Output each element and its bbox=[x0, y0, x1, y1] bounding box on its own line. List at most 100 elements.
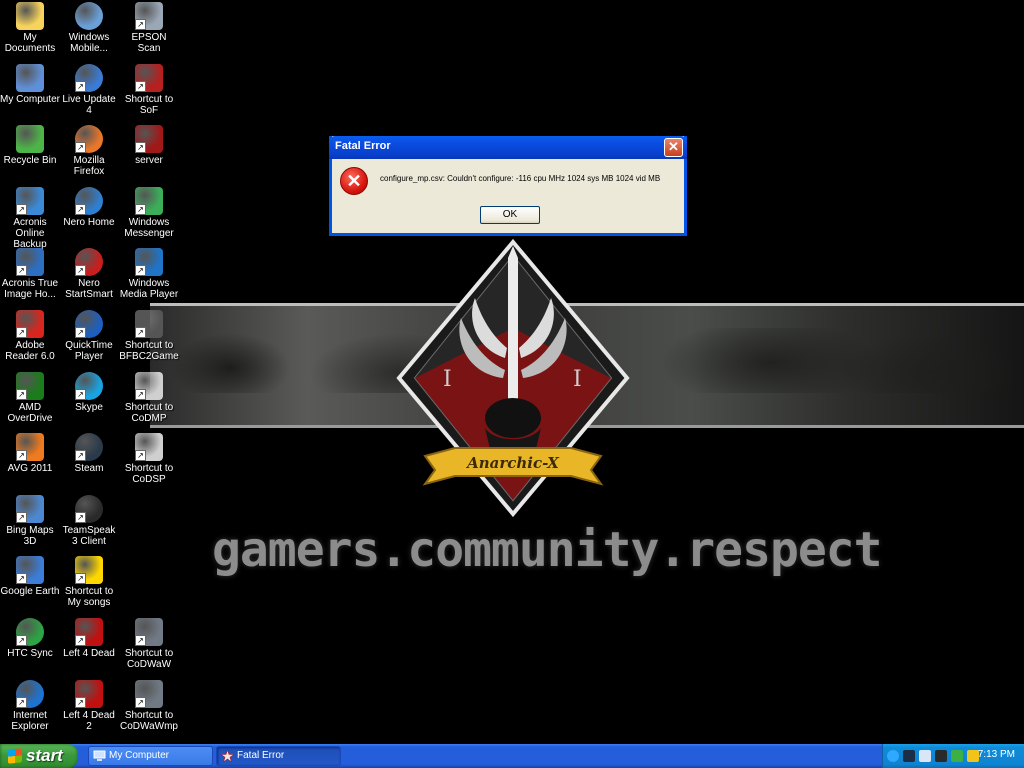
shortcut-arrow-icon: ↗ bbox=[135, 450, 146, 461]
desktop-icon-label: Shortcut to CoDWaW bbox=[124, 648, 174, 670]
desktop-icon-my-computer[interactable]: My Computer bbox=[0, 64, 60, 105]
mozilla-firefox-icon: ↗ bbox=[75, 125, 103, 153]
shortcut-arrow-icon: ↗ bbox=[135, 697, 146, 708]
desktop-icon-server[interactable]: ↗ server bbox=[119, 125, 179, 166]
desktop-icon-bing-maps-3d[interactable]: ↗ Bing Maps 3D bbox=[0, 495, 60, 547]
shortcut-arrow-icon: ↗ bbox=[16, 697, 27, 708]
emblem-left-mark: I bbox=[443, 367, 452, 392]
desktop-icon-label: Recycle Bin bbox=[3, 155, 57, 166]
desktop-icon-windows-media-player[interactable]: ↗ Windows Media Player bbox=[119, 248, 179, 300]
desktop-icon-teamspeak-3-client[interactable]: ↗ TeamSpeak 3 Client bbox=[59, 495, 119, 547]
desktop-icon-skype[interactable]: ↗ Skype bbox=[59, 372, 119, 413]
htc-sync-icon: ↗ bbox=[16, 618, 44, 646]
tray-expand-icon[interactable] bbox=[887, 750, 899, 762]
desktop-icon-shortcut-codwawmp[interactable]: ↗ Shortcut to CoDWaWmp bbox=[119, 680, 179, 732]
desktop-icon-recycle-bin[interactable]: Recycle Bin bbox=[0, 125, 60, 166]
shortcut-arrow-icon: ↗ bbox=[135, 635, 146, 646]
desktop-icon-label: Google Earth bbox=[0, 586, 60, 597]
desktop-icon-label: Windows Media Player bbox=[119, 278, 179, 300]
shortcut-sof-icon: ↗ bbox=[135, 64, 163, 92]
desktop-icon-avg-2011[interactable]: ↗ AVG 2011 bbox=[0, 433, 60, 474]
ok-button[interactable]: OK bbox=[480, 206, 540, 224]
desktop-icon-my-documents[interactable]: My Documents bbox=[0, 2, 60, 54]
desktop-icon-amd-overdrive[interactable]: ↗ AMD OverDrive bbox=[0, 372, 60, 424]
sound-tray-icon[interactable] bbox=[935, 750, 947, 762]
shortcut-arrow-icon: ↗ bbox=[16, 573, 27, 584]
emblem-banner-text: Anarchic-X bbox=[465, 454, 560, 472]
taskbar-button-my-computer[interactable]: My Computer bbox=[88, 746, 213, 766]
desktop-icon-left-4-dead[interactable]: ↗ Left 4 Dead bbox=[59, 618, 119, 659]
desktop-icon-shortcut-my-songs[interactable]: ↗ Shortcut to My songs bbox=[59, 556, 119, 608]
skype-icon: ↗ bbox=[75, 372, 103, 400]
desktop-icon-label: Acronis Online Backup bbox=[13, 217, 47, 250]
desktop-icon-windows-messenger[interactable]: ↗ Windows Messenger bbox=[119, 187, 179, 239]
desktop-icon-google-earth[interactable]: ↗ Google Earth bbox=[0, 556, 60, 597]
desktop-icon-shortcut-codwaw[interactable]: ↗ Shortcut to CoDWaW bbox=[119, 618, 179, 670]
desktop-icon-windows-mobile[interactable]: Windows Mobile... bbox=[59, 2, 119, 54]
desktop-icon-label: Shortcut to CoDMP bbox=[124, 402, 174, 424]
taskbar-button-fatal-error[interactable]: Fatal Error bbox=[216, 746, 341, 766]
desktop-icon-left-4-dead-2[interactable]: ↗ Left 4 Dead 2 bbox=[59, 680, 119, 732]
steam-tray-icon[interactable] bbox=[903, 750, 915, 762]
desktop-icon-htc-sync[interactable]: ↗ HTC Sync bbox=[0, 618, 60, 659]
desktop-icon-nero-home[interactable]: ↗ Nero Home bbox=[59, 187, 119, 228]
shortcut-arrow-icon: ↗ bbox=[75, 389, 86, 400]
my-computer-icon bbox=[16, 64, 44, 92]
desktop-icon-quicktime-player[interactable]: ↗ QuickTime Player bbox=[59, 310, 119, 362]
desktop-icon-live-update-4[interactable]: ↗ Live Update 4 bbox=[59, 64, 119, 116]
desktop-icon-label: Left 4 Dead bbox=[63, 648, 115, 659]
desktop-icon-label: Steam bbox=[74, 463, 104, 474]
desktop-icon-epson-scan[interactable]: ↗ EPSON Scan bbox=[119, 2, 179, 54]
desktop-icon-shortcut-codmp[interactable]: ↗ Shortcut to CoDMP bbox=[119, 372, 179, 424]
desktop-icon-label: Acronis True Image Ho... bbox=[1, 278, 59, 300]
desktop-icon-steam[interactable]: ↗ Steam bbox=[59, 433, 119, 474]
adobe-reader-icon: ↗ bbox=[16, 310, 44, 338]
quicktime-player-icon: ↗ bbox=[75, 310, 103, 338]
server-icon: ↗ bbox=[135, 125, 163, 153]
desktop-icon-internet-explorer[interactable]: ↗ Internet Explorer bbox=[0, 680, 60, 732]
desktop-icon-adobe-reader[interactable]: ↗ Adobe Reader 6.0 bbox=[0, 310, 60, 362]
desktop-icon-acronis-online-backup[interactable]: ↗ Acronis Online Backup bbox=[0, 187, 60, 250]
avg-tray-icon[interactable] bbox=[951, 750, 963, 762]
clock[interactable]: 7:13 PM bbox=[978, 749, 1015, 760]
start-button[interactable]: start bbox=[0, 744, 78, 768]
desktop-icon-label: AVG 2011 bbox=[7, 463, 53, 474]
network-tray-icon[interactable] bbox=[919, 750, 931, 762]
shortcut-arrow-icon: ↗ bbox=[16, 450, 27, 461]
shortcut-arrow-icon: ↗ bbox=[75, 81, 86, 92]
shortcut-arrow-icon: ↗ bbox=[135, 389, 146, 400]
desktop-icon-label: Windows Messenger bbox=[124, 217, 174, 239]
shortcut-arrow-icon: ↗ bbox=[16, 265, 27, 276]
desktop-icon-acronis-true-image[interactable]: ↗ Acronis True Image Ho... bbox=[0, 248, 60, 300]
shortcut-arrow-icon: ↗ bbox=[135, 142, 146, 153]
google-earth-icon: ↗ bbox=[16, 556, 44, 584]
shortcut-arrow-icon: ↗ bbox=[135, 81, 146, 92]
shortcut-arrow-icon: ↗ bbox=[75, 327, 86, 338]
desktop-icon-shortcut-bfbc2game[interactable]: ↗ Shortcut to BFBC2Game bbox=[119, 310, 179, 362]
acronis-true-image-icon: ↗ bbox=[16, 248, 44, 276]
windows-messenger-icon: ↗ bbox=[135, 187, 163, 215]
desktop-icon-label: Left 4 Dead 2 bbox=[63, 710, 115, 732]
desktop-icon-label: Nero StartSmart bbox=[65, 278, 113, 300]
close-button[interactable]: ✕ bbox=[664, 138, 683, 157]
left-4-dead-2-icon: ↗ bbox=[75, 680, 103, 708]
fatal-error-dialog: Fatal Error ✕ ✕ configure_mp.csv: Couldn… bbox=[329, 136, 687, 236]
shortcut-codsp-icon: ↗ bbox=[135, 433, 163, 461]
windows-media-player-icon: ↗ bbox=[135, 248, 163, 276]
desktop-icon-nero-startsmart[interactable]: ↗ Nero StartSmart bbox=[59, 248, 119, 300]
dialog-title-bar[interactable]: Fatal Error ✕ bbox=[329, 136, 687, 159]
shortcut-codmp-icon: ↗ bbox=[135, 372, 163, 400]
desktop-icon-shortcut-sof[interactable]: ↗ Shortcut to SoF bbox=[119, 64, 179, 116]
desktop-icon-label: AMD OverDrive bbox=[7, 402, 53, 424]
shortcut-arrow-icon: ↗ bbox=[16, 204, 27, 215]
start-label: start bbox=[26, 746, 63, 765]
recycle-bin-icon bbox=[16, 125, 44, 153]
desktop-icon-shortcut-codsp[interactable]: ↗ Shortcut to CoDSP bbox=[119, 433, 179, 485]
shortcut-arrow-icon: ↗ bbox=[75, 450, 86, 461]
error-icon: ✕ bbox=[340, 167, 368, 195]
shortcut-arrow-icon: ↗ bbox=[16, 512, 27, 523]
desktop-icon-mozilla-firefox[interactable]: ↗ Mozilla Firefox bbox=[59, 125, 119, 177]
desktop-icon-label: Windows Mobile... bbox=[68, 32, 110, 54]
shortcut-arrow-icon: ↗ bbox=[135, 204, 146, 215]
bing-maps-3d-icon: ↗ bbox=[16, 495, 44, 523]
